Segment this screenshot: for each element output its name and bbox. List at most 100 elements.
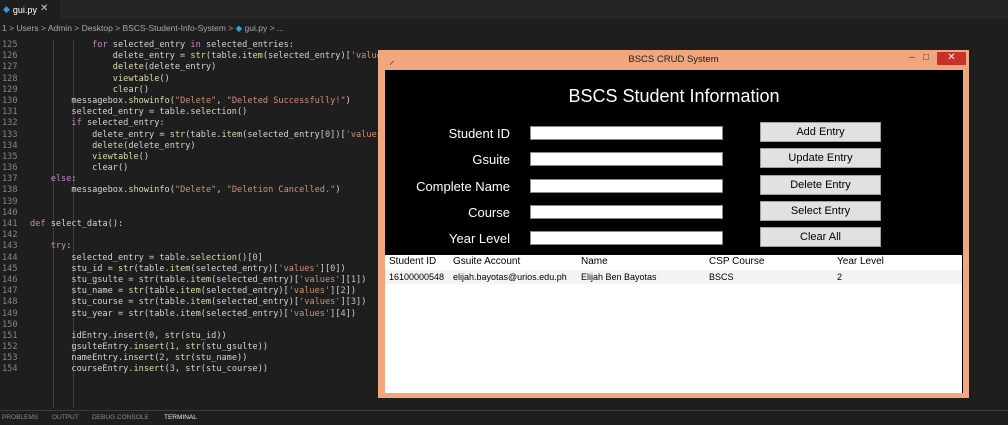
panel-tab-output[interactable]: OUTPUT [52, 414, 79, 421]
student-id-input[interactable] [530, 126, 723, 140]
code-text: stu_course = str(table.item(selected_ent… [30, 297, 367, 308]
editor-tab-gui-py[interactable]: ◆ gui.py ✕ [0, 0, 60, 19]
code-text: def select_data(): [30, 219, 124, 229]
code-text: viewtable() [112, 73, 170, 84]
table-row[interactable]: 16100000548 elijah.bayotas@urios.edu.ph … [385, 270, 962, 284]
add-entry-button[interactable]: Add Entry [760, 122, 881, 142]
code-text: stu_id = str(table.item(selected_entry)[… [30, 263, 346, 274]
select-entry-button[interactable]: Select Entry [760, 201, 881, 221]
code-line[interactable]: 135 viewtable() [0, 152, 378, 163]
code-line[interactable]: 151 idEntry.insert(0, str(stu_id)) [0, 331, 378, 342]
panel-tab-terminal[interactable]: TERMINAL [164, 414, 197, 421]
line-number: 125 [2, 40, 18, 50]
code-line[interactable]: 153 nameEntry.insert(2, str(stu_name)) [0, 353, 378, 364]
maximize-button[interactable]: □ [919, 52, 933, 65]
code-line[interactable]: 131 selected_entry = table.selection() [0, 107, 378, 118]
course-label: Course [468, 205, 510, 220]
code-line[interactable]: 148 stu_course = str(table.item(selected… [0, 297, 378, 308]
line-number: 133 [2, 129, 18, 140]
line-number: 142 [2, 230, 18, 241]
line-number: 143 [2, 241, 18, 252]
panel-tab-bar: PROBLEMS OUTPUT DEBUG CONSOLE TERMINAL [0, 410, 1008, 425]
line-number: 128 [2, 73, 18, 84]
code-line[interactable]: 127 delete(delete_entry) [0, 62, 378, 73]
delete-entry-button[interactable]: Delete Entry [760, 175, 881, 195]
gsuite-label: Gsuite [472, 152, 510, 167]
code-line[interactable]: 154 courseEntry.insert(3, str(stu_course… [0, 364, 378, 375]
code-line[interactable]: 145 stu_id = str(table.item(selected_ent… [0, 264, 378, 275]
code-line[interactable]: 133 delete_entry = str(table.item(select… [0, 130, 378, 141]
code-text: selected_entry = table.selection()[0] [30, 252, 263, 263]
code-line[interactable]: 137 else: [0, 174, 378, 185]
code-line[interactable]: 136 clear() [0, 163, 378, 174]
column-header-gsuite[interactable]: Gsuite Account [453, 256, 520, 267]
gsuite-input[interactable] [530, 152, 723, 166]
code-line[interactable]: 128 viewtable() [0, 74, 378, 85]
breadcrumb-file[interactable]: gui.py > ... [245, 23, 284, 33]
code-line[interactable]: 130 messagebox.showinfo("Delete", "Delet… [0, 96, 378, 107]
code-line[interactable]: 138 messagebox.showinfo("Delete", "Delet… [0, 185, 378, 196]
minimize-button[interactable]: – [905, 52, 919, 65]
line-number: 140 [2, 207, 18, 218]
code-line[interactable]: 146 stu_gsulte = str(table.item(selected… [0, 275, 378, 286]
line-number: 150 [2, 319, 18, 330]
code-text: clear() [112, 84, 150, 95]
code-line[interactable]: 149 stu_year = str(table.item(selected_e… [0, 309, 378, 320]
complete-name-input[interactable] [530, 179, 723, 193]
line-number: 139 [2, 196, 18, 207]
column-header-course[interactable]: CSP Course [709, 256, 764, 267]
code-line[interactable]: 129 clear() [0, 85, 378, 96]
python-file-icon: ◆ [3, 4, 10, 14]
year-level-input[interactable] [530, 231, 723, 245]
code-line[interactable]: 126 delete_entry = str(table.item(select… [0, 51, 378, 62]
code-editor[interactable]: 125 for selected_entry in selected_entri… [0, 40, 378, 408]
code-text: else: [50, 174, 77, 185]
update-entry-button[interactable]: Update Entry [760, 148, 881, 168]
line-number: 145 [2, 263, 18, 274]
code-text: idEntry.insert(0, str(stu_id)) [30, 330, 227, 341]
line-number: 136 [2, 163, 18, 174]
breadcrumb-path[interactable]: 1 > Users > Admin > Desktop > BSCS-Stude… [2, 23, 236, 33]
code-line[interactable]: 139 [0, 197, 378, 208]
clear-all-button[interactable]: Clear All [760, 227, 881, 247]
column-header-name[interactable]: Name [581, 256, 608, 267]
code-line[interactable]: 144 selected_entry = table.selection()[0… [0, 253, 378, 264]
column-header-year-level[interactable]: Year Level [837, 256, 884, 267]
code-text: if selected_entry: [71, 118, 165, 129]
year-level-label: Year Level [449, 231, 510, 246]
code-text: nameEntry.insert(2, str(stu_name)) [30, 353, 248, 364]
column-header-student-id[interactable]: Student ID [389, 256, 436, 267]
cell-gsuite: elijah.bayotas@urios.edu.ph [453, 272, 567, 282]
window-titlebar[interactable]: ⸝ BSCS CRUD System – □ ✕ [378, 50, 969, 70]
code-text: delete(delete_entry) [112, 62, 217, 73]
code-text: stu_gsulte = str(table.item(selected_ent… [30, 274, 367, 285]
code-line[interactable]: 132 if selected_entry: [0, 118, 378, 129]
tab-close-icon[interactable]: ✕ [40, 3, 48, 14]
cell-course: BSCS [709, 272, 734, 282]
panel-tab-problems[interactable]: PROBLEMS [2, 414, 38, 421]
code-line[interactable]: 141 def select_data(): [0, 219, 378, 230]
code-line[interactable]: 150 [0, 320, 378, 331]
code-line[interactable]: 125 for selected_entry in selected_entri… [0, 40, 378, 51]
line-number: 141 [2, 219, 18, 229]
line-number: 152 [2, 342, 18, 353]
cell-name: Elijah Ben Bayotas [581, 272, 657, 282]
code-line[interactable]: 140 [0, 208, 378, 219]
course-input[interactable] [530, 205, 723, 219]
line-number: 153 [2, 353, 18, 364]
line-number: 131 [2, 107, 18, 118]
line-number: 129 [2, 84, 18, 95]
code-line[interactable]: 152 gsulteEntry.insert(1, str(stu_gsulte… [0, 342, 378, 353]
code-line[interactable]: 134 delete(delete_entry) [0, 141, 378, 152]
close-button[interactable]: ✕ [937, 52, 966, 65]
line-number: 127 [2, 62, 18, 73]
code-line[interactable]: 142 [0, 230, 378, 241]
crud-window: ⸝ BSCS CRUD System – □ ✕ BSCS Student In… [378, 50, 969, 398]
code-line[interactable]: 143 try: [0, 241, 378, 252]
student-table[interactable]: Student ID Gsuite Account Name CSP Cours… [385, 255, 962, 393]
code-line[interactable]: 147 stu_name = str(table.item(selected_e… [0, 286, 378, 297]
line-number: 144 [2, 252, 18, 263]
complete-name-label: Complete Name [416, 179, 510, 194]
panel-tab-debug-console[interactable]: DEBUG CONSOLE [92, 414, 149, 421]
line-number: 148 [2, 297, 18, 308]
